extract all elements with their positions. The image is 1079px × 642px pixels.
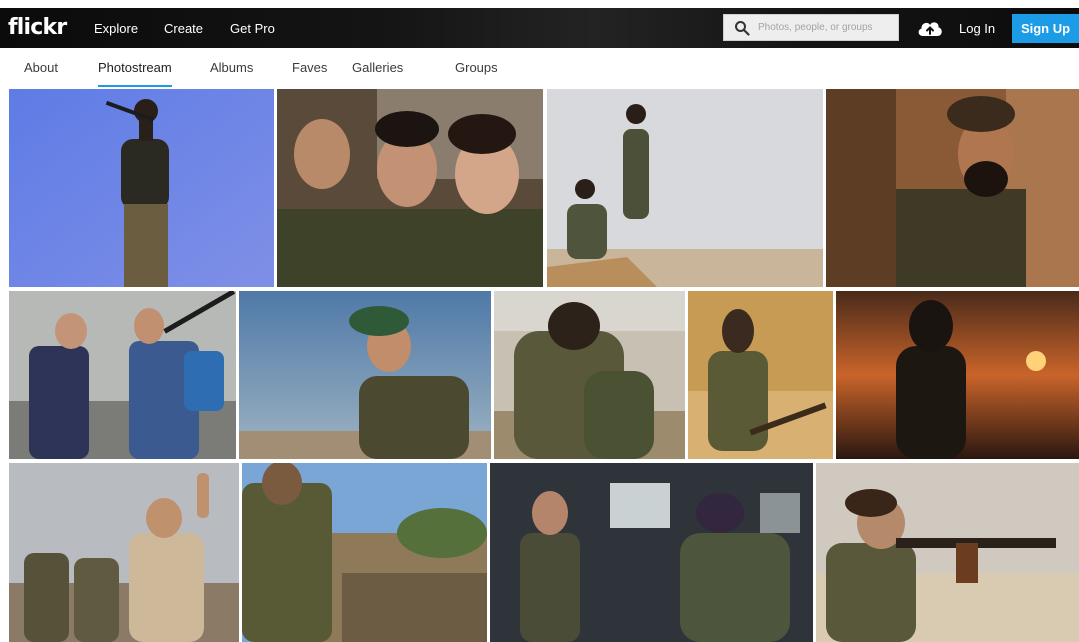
photo-image [494,291,685,459]
photo-image [826,89,1079,287]
log-in-link[interactable]: Log In [959,21,995,36]
photo-image [9,89,274,287]
sign-up-button[interactable]: Sign Up [1012,14,1079,43]
photo-image [9,463,239,642]
photo-image [688,291,833,459]
nav-get-pro[interactable]: Get Pro [230,21,275,36]
tab-galleries[interactable]: Galleries [352,60,403,75]
photo-image [816,463,1079,642]
search-input[interactable] [758,15,894,40]
tab-albums[interactable]: Albums [210,60,253,75]
tab-about[interactable]: About [24,60,58,75]
search-icon[interactable] [734,20,750,36]
photo-image [242,463,487,642]
photo-image [490,463,813,642]
photo-tile[interactable] [836,291,1079,459]
photo-tile[interactable] [816,463,1079,642]
photo-tile[interactable] [239,291,491,459]
photo-image [836,291,1079,459]
photo-tile[interactable] [9,89,274,287]
photo-tile[interactable] [490,463,813,642]
profile-subnav: About Photostream Albums Faves Galleries… [0,48,1079,88]
search-box[interactable] [723,14,899,41]
photo-tile[interactable] [242,463,487,642]
photo-tile[interactable] [9,291,236,459]
photo-tile[interactable] [826,89,1079,287]
flickr-logo[interactable]: flickr [8,15,67,40]
photo-image [239,291,491,459]
photo-image [277,89,543,287]
tab-groups[interactable]: Groups [455,60,498,75]
photo-tile[interactable] [9,463,239,642]
photo-tile[interactable] [688,291,833,459]
nav-create[interactable]: Create [164,21,203,36]
photo-tile[interactable] [547,89,823,287]
cloud-upload-icon[interactable] [916,18,944,38]
tab-photostream[interactable]: Photostream [98,60,172,75]
nav-explore[interactable]: Explore [94,21,138,36]
top-navigation-bar: flickr Explore Create Get Pro Log In Sig… [0,8,1079,48]
active-tab-indicator [98,85,172,87]
tab-faves[interactable]: Faves [292,60,327,75]
photo-tile[interactable] [494,291,685,459]
photo-image [9,291,236,459]
photo-image [547,89,823,287]
photo-tile[interactable] [277,89,543,287]
